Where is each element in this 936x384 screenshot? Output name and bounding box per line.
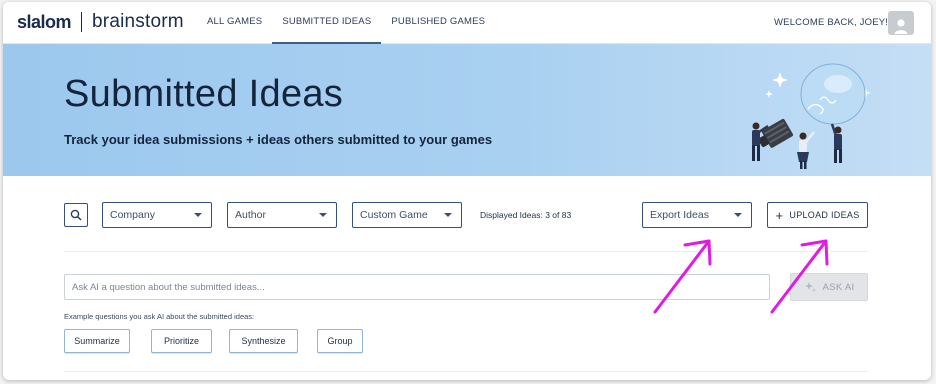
ask-ai-input[interactable] [64, 274, 770, 300]
chevron-down-icon [319, 213, 327, 217]
company-select[interactable]: Company [102, 202, 212, 228]
logo-slalom: slalom [17, 11, 72, 32]
search-icon [70, 209, 82, 221]
page-subtitle: Track your idea submissions + ideas othe… [64, 132, 493, 147]
ask-ai-button[interactable]: ASK AI [790, 273, 868, 301]
export-ideas-select[interactable]: Export Ideas [642, 202, 752, 228]
chip-summarize[interactable]: Summarize [64, 329, 130, 353]
user-avatar[interactable] [888, 11, 914, 35]
top-nav: slalom brainstorm ALL GAMES SUBMITTED ID… [3, 2, 931, 44]
chevron-down-icon [194, 213, 202, 217]
nav-published-games[interactable]: PUBLISHED GAMES [381, 2, 495, 44]
chip-synthesize[interactable]: Synthesize [229, 329, 298, 353]
logo-divider [81, 12, 83, 32]
person-icon [894, 19, 908, 34]
app-window: slalom brainstorm ALL GAMES SUBMITTED ID… [3, 2, 931, 380]
plus-icon: + [775, 207, 784, 223]
ai-sparkle-icon [804, 281, 816, 292]
example-questions-label: Example questions you ask AI about the s… [64, 312, 255, 321]
nav-links: ALL GAMES SUBMITTED IDEAS PUBLISHED GAME… [197, 2, 495, 44]
page-title: Submitted Ideas [64, 73, 344, 115]
company-select-value: Company [110, 209, 155, 221]
chevron-down-icon [734, 213, 742, 217]
author-select[interactable]: Author [227, 202, 337, 228]
nav-all-games[interactable]: ALL GAMES [197, 2, 272, 44]
custom-game-select[interactable]: Custom Game [352, 202, 462, 228]
upload-ideas-button[interactable]: + UPLOAD IDEAS [767, 202, 868, 228]
hero-banner: Submitted Ideas Track your idea submissi… [3, 44, 931, 176]
section-divider [64, 371, 868, 372]
displayed-ideas-count: Displayed Ideas: 3 of 83 [480, 210, 572, 220]
upload-ideas-label: UPLOAD IDEAS [789, 210, 860, 220]
chevron-down-icon [444, 213, 452, 217]
custom-game-select-value: Custom Game [360, 209, 428, 221]
welcome-text: WELCOME BACK, JOEY! [774, 17, 889, 28]
search-button[interactable] [64, 203, 88, 227]
chip-group[interactable]: Group [317, 329, 363, 353]
export-ideas-value: Export Ideas [650, 209, 709, 221]
lightbulb-illustration [752, 63, 871, 169]
chip-prioritize[interactable]: Prioritize [151, 329, 212, 353]
logo-brainstorm: brainstorm [92, 11, 184, 32]
section-divider [64, 251, 868, 252]
author-select-value: Author [235, 209, 266, 221]
nav-submitted-ideas[interactable]: SUBMITTED IDEAS [272, 2, 382, 44]
logo[interactable]: slalom brainstorm [17, 11, 184, 33]
ask-ai-label: ASK AI [822, 281, 855, 293]
